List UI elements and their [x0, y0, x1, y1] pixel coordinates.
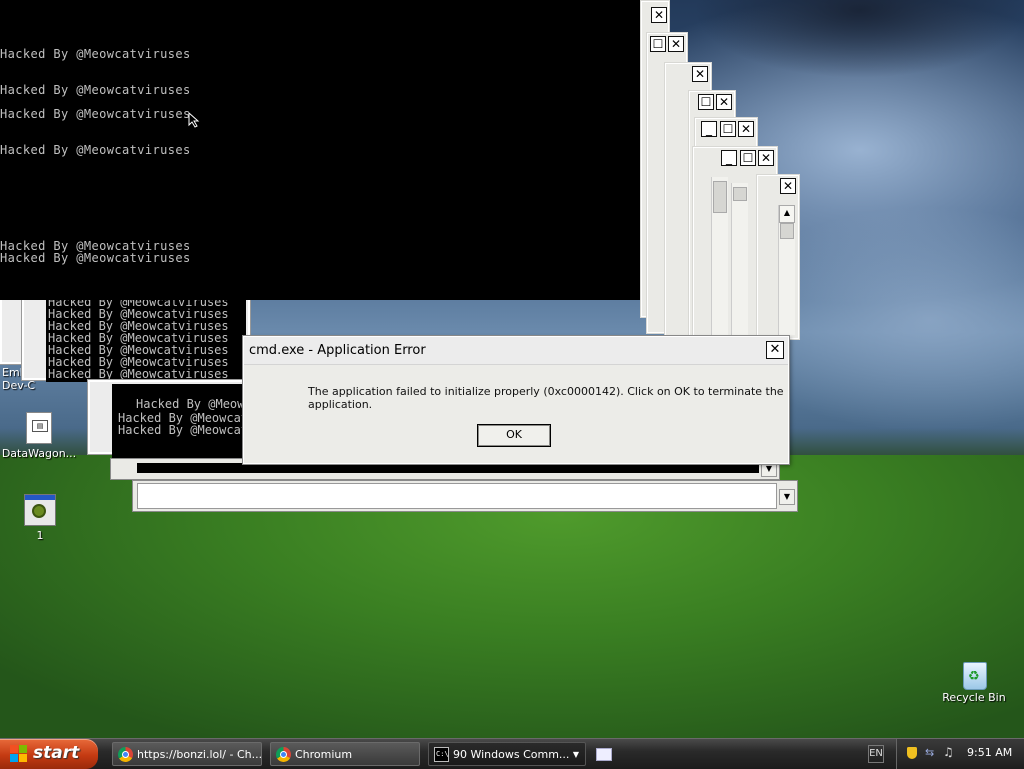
cascaded-window[interactable]: ✕ ▲	[756, 174, 800, 340]
dialog-title: cmd.exe - Application Error	[249, 343, 426, 358]
console-line: Hacked By @Meowcatviruses	[0, 251, 191, 265]
console-window[interactable]: Hacked By @Meowcatviruses Hacked By @Meo…	[46, 296, 246, 382]
close-button[interactable]: ✕	[716, 94, 732, 110]
maximize-button[interactable]: ☐	[650, 36, 666, 52]
close-button[interactable]: ✕	[780, 178, 796, 194]
desktop-icon-label: Recycle Bin	[942, 691, 1006, 704]
task-label: Chromium	[295, 748, 353, 761]
taskbar-button-chromium[interactable]: Chromium	[270, 742, 420, 766]
dialog-close-button[interactable]: ✕	[766, 341, 784, 359]
maximize-button[interactable]: ☐	[698, 94, 714, 110]
window-icon[interactable]	[596, 748, 612, 761]
scrollbar[interactable]: ▲	[778, 205, 795, 335]
desktop-icon-datawagon[interactable]: ▤ DataWagon...	[0, 412, 78, 460]
recycle-bin-icon: ♻	[961, 658, 987, 690]
minimize-button[interactable]: _	[701, 121, 717, 137]
task-label: 90 Windows Comm...	[453, 748, 570, 761]
taskbar: start https://bonzi.lol/ - Ch... Chromiu…	[0, 738, 1024, 769]
console-line: Hacked By @Meowcatviruses	[118, 423, 246, 437]
console-line: Hacked By @Meowcatviruses	[0, 47, 191, 61]
ok-button[interactable]: OK	[477, 424, 551, 447]
network-icon[interactable]: ⇆	[925, 746, 934, 759]
shortcut-file-icon: ▤	[26, 412, 52, 444]
main-console-window[interactable]: Hacked By @Meowcatviruses Hacked By @Meo…	[0, 0, 640, 300]
scroll-down-arrow[interactable]: ▼	[779, 489, 795, 505]
scrollbar[interactable]	[711, 177, 728, 335]
security-shield-icon[interactable]	[907, 747, 917, 759]
cmd-icon: C:\	[434, 747, 449, 762]
scrollbar[interactable]	[731, 183, 748, 335]
dialog-title-bar[interactable]: cmd.exe - Application Error ✕	[244, 337, 788, 365]
windows-logo-icon	[10, 745, 28, 763]
close-button[interactable]: ✕	[651, 7, 667, 23]
chevron-down-icon: ▼	[572, 750, 579, 759]
gear-window-icon	[24, 494, 56, 526]
console-line: Hacked By @Meowcatviruses	[0, 143, 191, 157]
close-button[interactable]: ✕	[758, 150, 774, 166]
desktop-icon-recycle-bin[interactable]: ♻ Recycle Bin	[940, 658, 1008, 704]
desktop-icon-label: DataWagon...	[1, 447, 77, 460]
chromium-icon	[118, 747, 133, 762]
maximize-button[interactable]: ☐	[720, 121, 736, 137]
close-button[interactable]: ✕	[668, 36, 684, 52]
desktop-icon-1[interactable]: 1	[18, 494, 62, 542]
start-button[interactable]: start	[0, 739, 98, 769]
minimize-button[interactable]: _	[721, 150, 737, 166]
close-button[interactable]: ✕	[692, 66, 708, 82]
close-button[interactable]: ✕	[738, 121, 754, 137]
volume-icon[interactable]: ♫	[943, 745, 954, 759]
taskbar-button-bonzi[interactable]: https://bonzi.lol/ - Ch...	[112, 742, 262, 766]
console-line: Hacked By @Meowcatviruses	[0, 83, 191, 97]
clock[interactable]: 9:51 AM	[967, 746, 1012, 759]
console-line: Hacked By @Meowcatviruses	[0, 107, 191, 121]
console-line: Hacked By @Meowcatviruses	[136, 397, 246, 411]
scroll-up-arrow[interactable]: ▲	[779, 205, 795, 223]
maximize-button[interactable]: ☐	[740, 150, 756, 166]
language-indicator[interactable]: EN	[868, 745, 884, 763]
taskbar-button-command-prompts[interactable]: C:\ 90 Windows Comm... ▼	[428, 742, 586, 766]
task-label: https://bonzi.lol/ - Ch...	[137, 748, 262, 761]
console-line: Hacked By @Meowcatviruses	[48, 367, 229, 381]
system-tray: ⇆ ♫ 9:51 AM	[896, 739, 1024, 769]
cascaded-window-strip[interactable]: ▼	[132, 480, 798, 512]
desktop-icon-label: 1	[36, 529, 44, 542]
start-label: start	[33, 743, 80, 763]
application-error-dialog[interactable]: cmd.exe - Application Error ✕ The applic…	[243, 336, 789, 464]
dialog-message: The application failed to initialize pro…	[308, 385, 784, 411]
chromium-icon	[276, 747, 291, 762]
mouse-cursor-icon	[188, 112, 200, 128]
